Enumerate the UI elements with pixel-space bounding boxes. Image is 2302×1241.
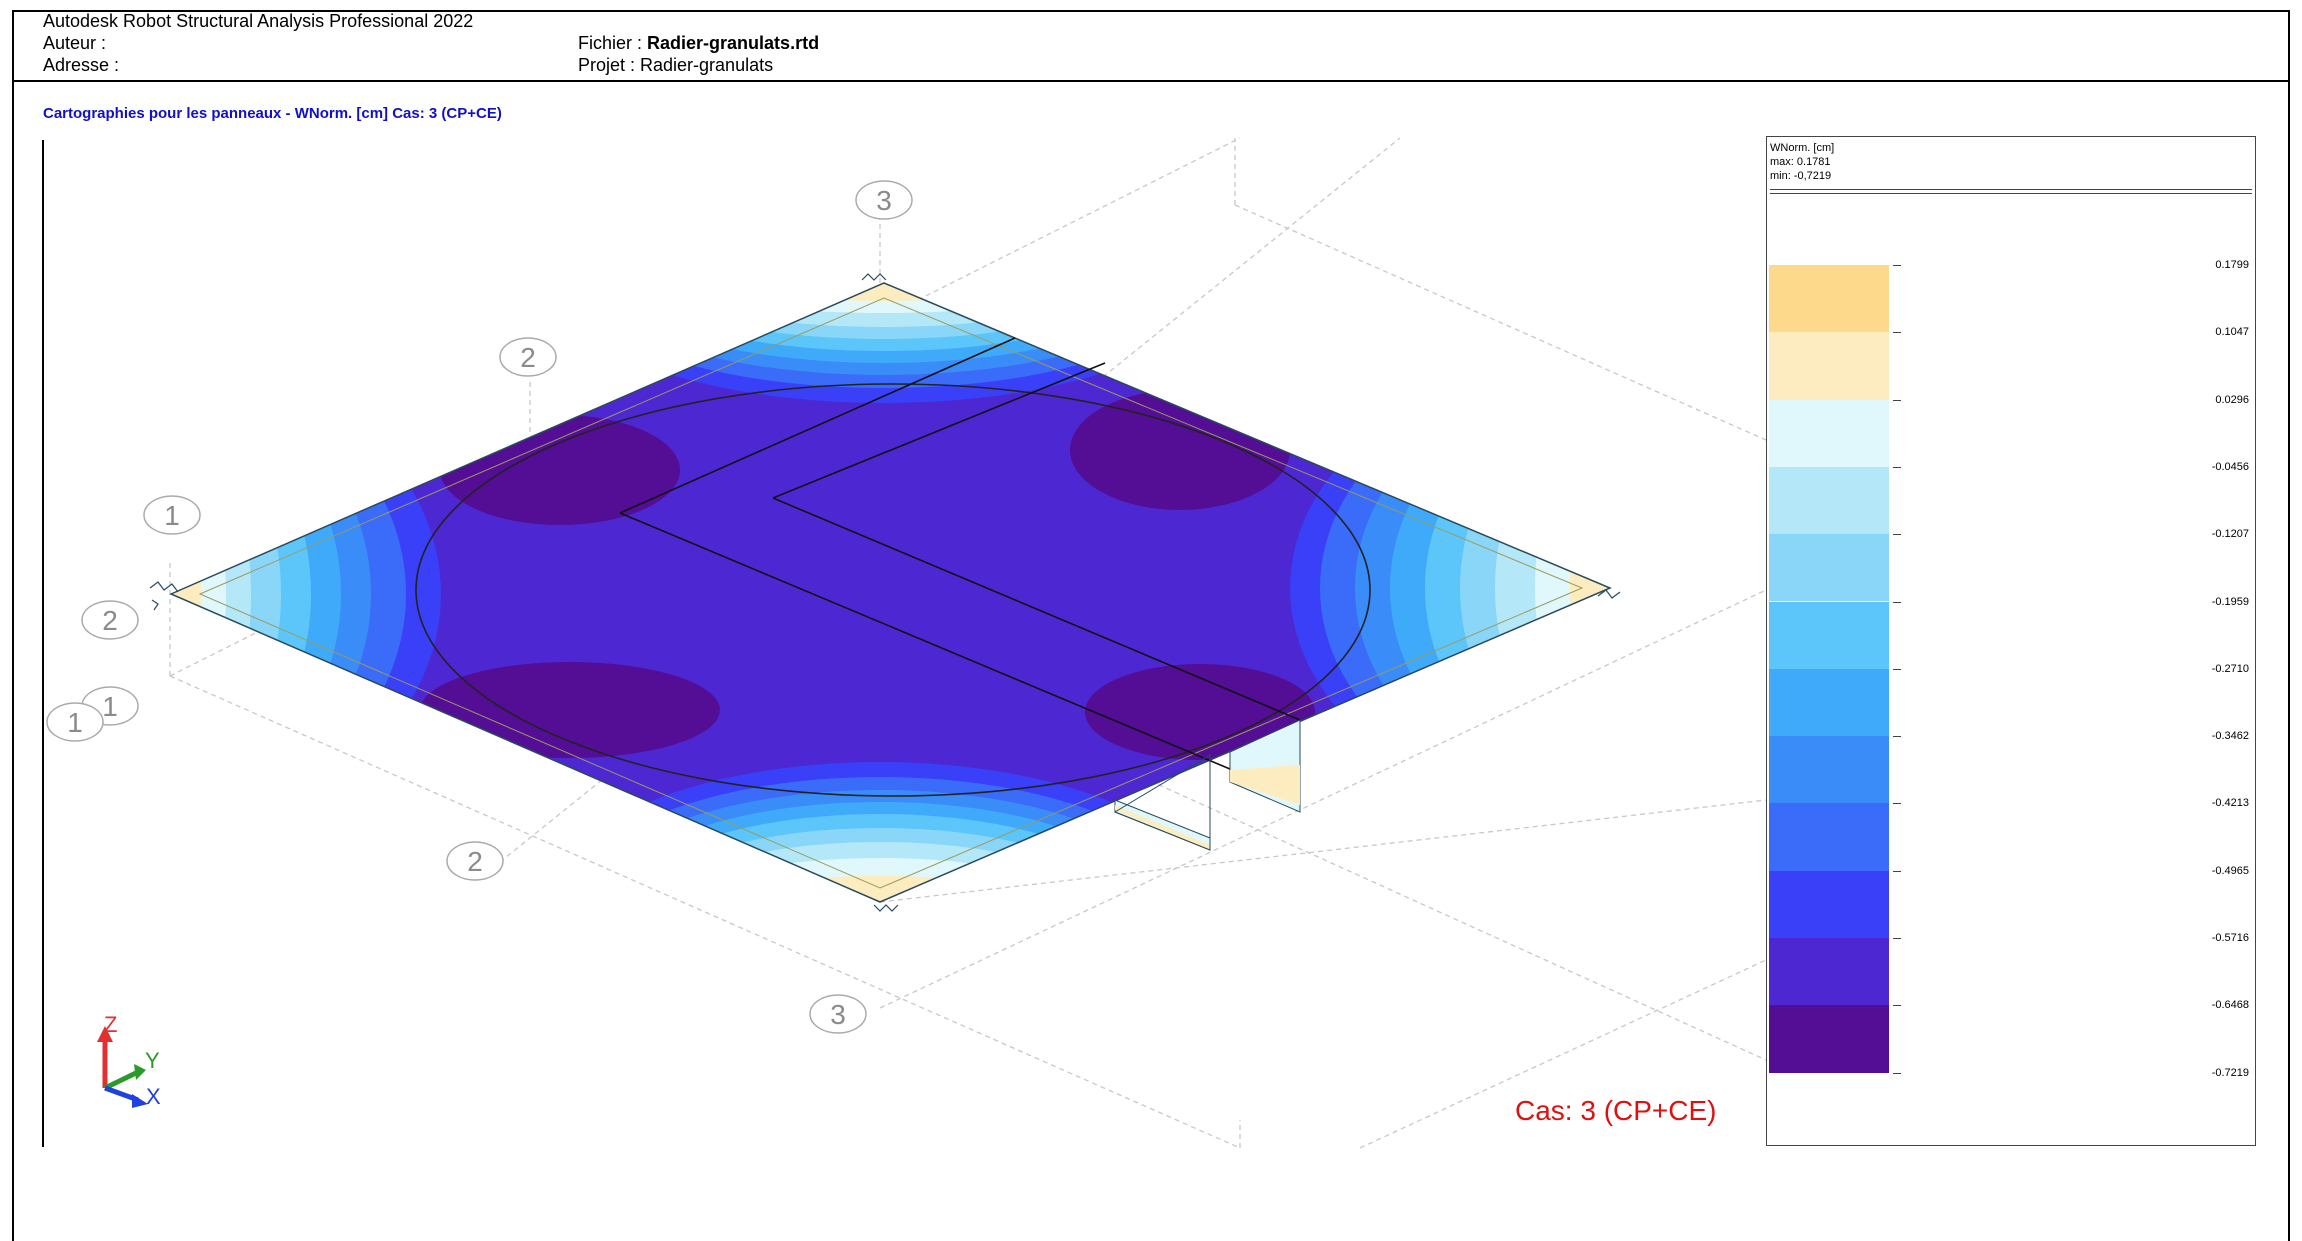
grid-label-2-upper: 2	[520, 342, 536, 373]
legend-tick	[1893, 601, 1901, 603]
legend-swatch	[1769, 601, 1889, 669]
grid-label-3-bottom: 3	[830, 999, 846, 1030]
legend-tick	[1893, 466, 1901, 468]
legend-value: -0.5716	[2211, 932, 2249, 944]
legend-swatch	[1769, 803, 1889, 871]
legend-swatch	[1769, 736, 1889, 804]
legend-value: -0.6468	[2211, 999, 2249, 1012]
legend-max: max: 0.1781	[1770, 156, 1831, 168]
legend-tick	[1893, 870, 1901, 872]
deformation-map	[171, 283, 1610, 902]
legend-rule-1	[1770, 189, 2252, 190]
legend-tick	[1893, 332, 1901, 334]
legend-tick	[1893, 736, 1901, 738]
axis-x-label: X	[146, 1084, 161, 1109]
color-legend: WNorm. [cm] max: 0.1781 min: -0,7219 0.1…	[1766, 136, 2256, 1146]
legend-title: WNorm. [cm]	[1770, 142, 1835, 154]
legend-value: -0.0456	[2211, 460, 2249, 473]
legend-value: -0.4213	[2211, 797, 2249, 810]
grid-label-3-top: 3	[876, 185, 892, 216]
legend-value: -0.2710	[2211, 662, 2249, 675]
legend-tick	[1893, 1005, 1901, 1007]
grid-label-1-upper: 1	[164, 500, 180, 531]
legend-value: 0.0296	[2215, 393, 2249, 406]
legend-min: min: -0,7219	[1770, 170, 1832, 182]
grid-label-2-left: 2	[102, 605, 118, 636]
grid-label-1-mid: 1	[102, 691, 118, 722]
legend-swatch	[1769, 534, 1889, 602]
legend-value: 0.1047	[2215, 326, 2249, 339]
legend-value: -0.4965	[2211, 864, 2249, 877]
legend-swatch	[1769, 1005, 1889, 1073]
legend-value: -0.7219	[2211, 1066, 2249, 1079]
legend-value: 0.1799	[2215, 259, 2249, 271]
legend-swatch	[1769, 938, 1889, 1006]
load-case-label: Cas: 3 (CP+CE)	[1515, 1095, 1717, 1126]
grid-label-2-bottom: 2	[467, 846, 483, 877]
legend-swatch	[1769, 668, 1889, 737]
grid-label-1-low: 1	[67, 707, 83, 738]
legend-rule-2	[1770, 193, 2252, 194]
legend-header: WNorm. [cm] max: 0.1781 min: -0,7219	[1770, 141, 1834, 183]
legend-swatch	[1769, 466, 1889, 535]
legend-tick	[1893, 668, 1901, 670]
legend-tick	[1893, 534, 1901, 536]
axis-triad: Z Y X	[97, 1012, 161, 1109]
legend-tick	[1893, 803, 1901, 805]
legend-value: -0.1959	[2211, 595, 2249, 608]
legend-swatch	[1769, 332, 1889, 400]
legend-tick	[1893, 1072, 1901, 1074]
axis-y-label: Y	[145, 1048, 160, 1073]
legend-value: -0.3462	[2211, 730, 2249, 743]
legend-swatch	[1769, 265, 1889, 333]
legend-swatch	[1769, 870, 1889, 938]
legend-tick	[1893, 399, 1901, 401]
legend-swatch	[1769, 399, 1889, 467]
legend-tick	[1893, 938, 1901, 939]
legend-value: -0.1207	[2211, 528, 2249, 541]
legend-tick	[1893, 265, 1901, 266]
axis-z-label: Z	[104, 1012, 117, 1037]
